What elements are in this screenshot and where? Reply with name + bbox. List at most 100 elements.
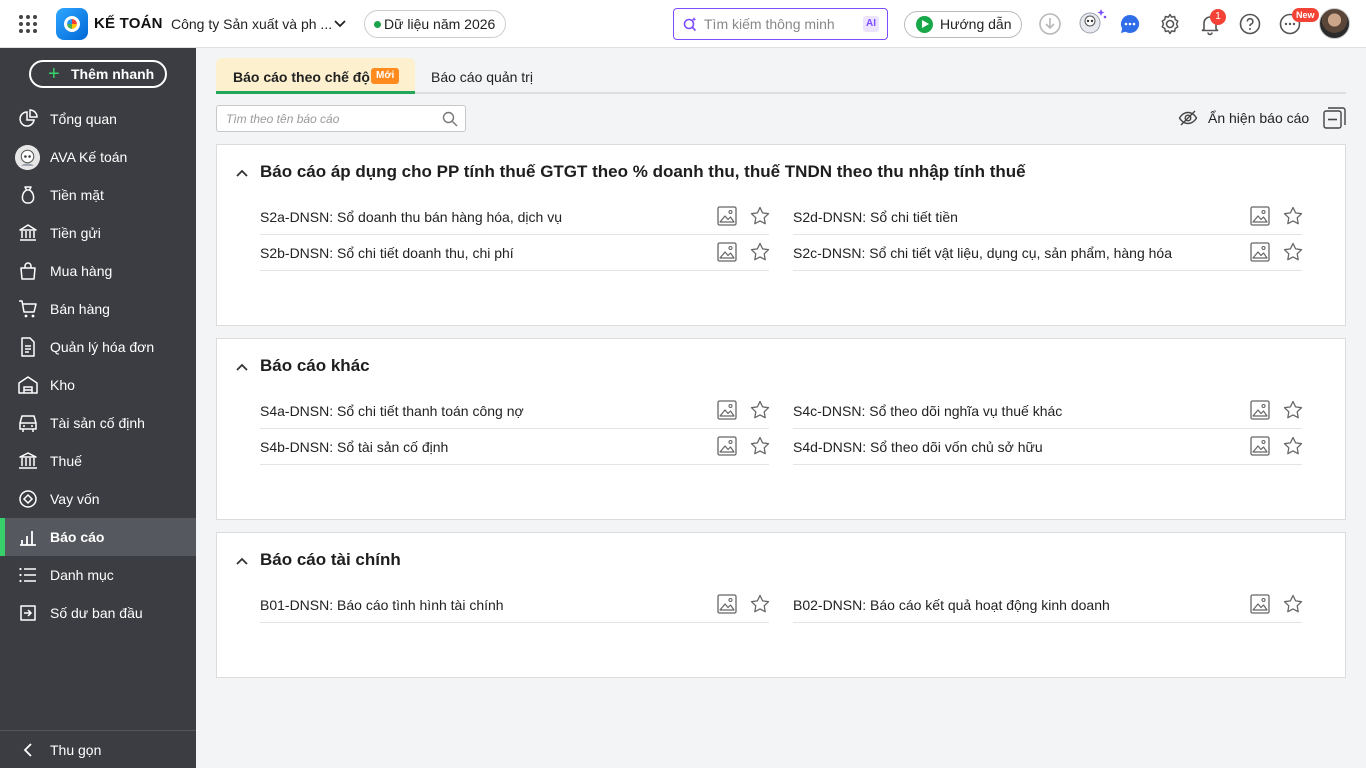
favorite-star-icon[interactable] [1282,399,1304,421]
sidebar-item-label: Tiền mặt [50,187,104,203]
download-icon[interactable] [1038,12,1062,36]
tab-bao-cao-theo-che-do[interactable]: Báo cáo theo chế độ Mới [216,58,415,94]
favorite-star-icon[interactable] [749,593,771,615]
favorite-star-icon[interactable] [749,241,771,263]
report-name[interactable]: B01-DNSN: Báo cáo tình hình tài chính [260,597,504,613]
sidebar-item-tien-gui[interactable]: Tiền gửi [0,214,196,252]
notification-count-badge: 1 [1210,9,1226,25]
sidebar-item-tien-mat[interactable]: Tiền mặt [0,176,196,214]
favorite-star-icon[interactable] [1282,593,1304,615]
preview-image-icon[interactable] [716,399,738,421]
report-item[interactable]: S2d-DNSN: Sổ chi tiết tiền [793,199,1304,235]
plus-icon: + [48,63,60,85]
smart-search-input[interactable] [704,14,854,34]
chevron-up-icon[interactable] [234,359,250,375]
report-name[interactable]: S2d-DNSN: Sổ chi tiết tiền [793,209,958,225]
sidebar-item-label: Thuế [50,453,82,469]
sidebar-item-mua-hang[interactable]: Mua hàng [0,252,196,290]
chevron-down-icon[interactable] [332,15,348,31]
sidebar-item-ava-ke-toan[interactable]: AVA Kế toán [0,138,196,176]
dashboard-icon [19,109,38,127]
tab-label: Báo cáo theo chế độ [233,69,370,85]
tax-icon [19,452,37,469]
sidebar-item-quan-ly-hoa-don[interactable]: Quản lý hóa đơn [0,328,196,366]
section-title: Báo cáo áp dụng cho PP tính thuế GTGT th… [260,162,1026,181]
sidebar-item-danh-muc[interactable]: Danh mục [0,556,196,594]
collapse-all-icon[interactable] [1323,107,1346,130]
report-item[interactable]: S2a-DNSN: Sổ doanh thu bán hàng hóa, dịc… [260,199,771,235]
sidebar-item-label: Kho [50,377,75,393]
company-selector[interactable]: Công ty Sản xuất và ph ... [171,16,332,32]
report-item[interactable]: S4a-DNSN: Sổ chi tiết thanh toán công nợ [260,393,771,429]
report-name[interactable]: B02-DNSN: Báo cáo kết quả hoạt động kinh… [793,597,1110,613]
search-icon[interactable] [442,111,458,127]
sidebar-item-vay-von[interactable]: Vay vốn [0,480,196,518]
guide-label: Hướng dẫn [940,16,1012,32]
help-icon[interactable] [1238,12,1262,36]
preview-image-icon[interactable] [716,205,738,227]
new-badge: New [1292,8,1319,22]
guide-button[interactable]: Hướng dẫn [904,11,1022,38]
chat-icon[interactable] [1118,12,1142,36]
report-name[interactable]: S2a-DNSN: Sổ doanh thu bán hàng hóa, dịc… [260,209,562,225]
eye-off-icon [1178,110,1198,126]
preview-image-icon[interactable] [1249,205,1271,227]
user-avatar[interactable] [1319,8,1350,39]
sidebar-item-thue[interactable]: Thuế [0,442,196,480]
brand-name: KẾ TOÁN [94,15,163,32]
favorite-star-icon[interactable] [1282,205,1304,227]
fiscal-year-pill[interactable]: Dữ liệu năm 2026 [364,10,507,38]
collapse-label: Thu gọn [50,742,102,758]
sidebar-item-tong-quan[interactable]: Tổng quan [0,100,196,138]
favorite-star-icon[interactable] [749,205,771,227]
favorite-star-icon[interactable] [749,435,771,457]
report-item[interactable]: S2c-DNSN: Sổ chi tiết vật liệu, dụng cụ,… [793,235,1304,271]
cash-icon [21,186,35,204]
app-launcher-icon[interactable] [16,12,40,36]
chevron-up-icon[interactable] [234,553,250,569]
favorite-star-icon[interactable] [1282,241,1304,263]
sidebar-item-tai-san-co-dinh[interactable]: Tài sản cố định [0,404,196,442]
report-item[interactable]: B01-DNSN: Báo cáo tình hình tài chính [260,587,771,623]
report-name[interactable]: S2b-DNSN: Sổ chi tiết doanh thu, chi phí [260,245,514,261]
sidebar-item-label: Báo cáo [50,529,105,545]
tab-bao-cao-quan-tri[interactable]: Báo cáo quản trị [431,69,533,85]
report-name[interactable]: S4a-DNSN: Sổ chi tiết thanh toán công nợ [260,403,524,419]
sidebar-item-so-du-ban-dau[interactable]: Số dư ban đầu [0,594,196,632]
preview-image-icon[interactable] [716,241,738,263]
sidebar-item-label: Tiền gửi [50,225,101,241]
preview-image-icon[interactable] [1249,241,1271,263]
report-search-box[interactable] [216,105,466,132]
report-name[interactable]: S4b-DNSN: Sổ tài sản cố định [260,439,448,455]
report-search-input[interactable] [226,111,431,127]
report-item[interactable]: S4b-DNSN: Sổ tài sản cố định [260,429,771,465]
report-name[interactable]: S4d-DNSN: Sổ theo dõi vốn chủ sở hữu [793,439,1043,455]
sidebar-item-ban-hang[interactable]: Bán hàng [0,290,196,328]
report-item[interactable]: B02-DNSN: Báo cáo kết quả hoạt động kinh… [793,587,1304,623]
preview-image-icon[interactable] [716,435,738,457]
preview-image-icon[interactable] [1249,399,1271,421]
favorite-star-icon[interactable] [749,399,771,421]
play-icon [916,16,933,33]
sidebar-collapse-button[interactable]: Thu gọn [0,730,196,768]
sidebar-item-kho[interactable]: Kho [0,366,196,404]
preview-image-icon[interactable] [1249,593,1271,615]
sidebar-item-bao-cao[interactable]: Báo cáo [0,518,196,556]
chevron-up-icon[interactable] [234,165,250,181]
report-name[interactable]: S2c-DNSN: Sổ chi tiết vật liệu, dụng cụ,… [793,245,1172,261]
ai-assistant-icon[interactable] [1078,9,1107,36]
report-name[interactable]: S4c-DNSN: Sổ theo dõi nghĩa vụ thuế khác [793,403,1062,419]
logo-icon[interactable] [56,8,88,40]
preview-image-icon[interactable] [1249,435,1271,457]
preview-image-icon[interactable] [716,593,738,615]
report-item[interactable]: S4d-DNSN: Sổ theo dõi vốn chủ sở hữu [793,429,1304,465]
smart-search-box[interactable]: AI [673,8,888,40]
report-item[interactable]: S4c-DNSN: Sổ theo dõi nghĩa vụ thuế khác [793,393,1304,429]
report-item[interactable]: S2b-DNSN: Sổ chi tiết doanh thu, chi phí [260,235,771,271]
report-chart-icon [20,531,36,546]
toggle-reports-button[interactable]: Ẩn hiện báo cáo [1178,108,1309,128]
favorite-star-icon[interactable] [1282,435,1304,457]
quick-add-button[interactable]: + Thêm nhanh [29,60,167,88]
list-icon [19,567,36,583]
settings-gear-icon[interactable] [1158,12,1182,36]
